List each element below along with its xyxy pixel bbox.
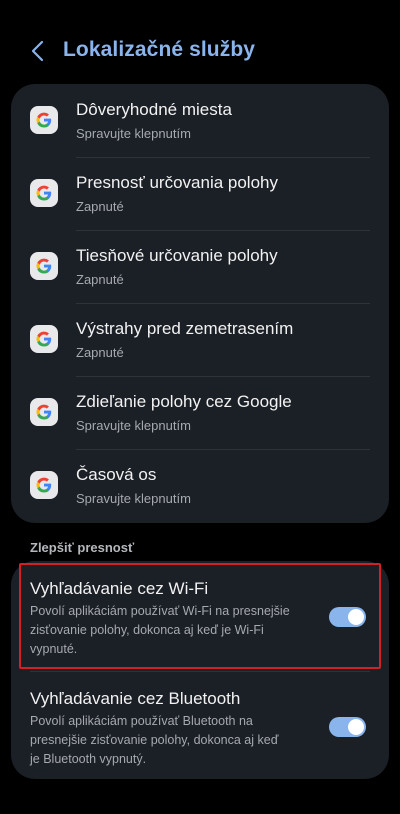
service-earthquake-alerts[interactable]: Výstrahy pred zemetrasením Zapnuté: [11, 303, 389, 376]
service-subtitle: Zapnuté: [76, 345, 124, 360]
page-title: Lokalizačné služby: [63, 38, 256, 61]
description-line: Povolí aplikáciám používať Wi-Fi na pres…: [30, 604, 290, 618]
chevron-left-icon: [31, 40, 44, 62]
app-header: Lokalizačné služby: [0, 24, 400, 78]
service-emergency-location[interactable]: Tiesňové určovanie polohy Zapnuté: [11, 230, 389, 303]
description-line: presnejšie zisťovanie polohy, dokonca aj…: [30, 733, 279, 747]
service-subtitle: Spravujte klepnutím: [76, 418, 191, 433]
google-icon: [30, 179, 58, 207]
service-subtitle: Spravujte klepnutím: [76, 491, 191, 506]
service-timeline[interactable]: Časová os Spravujte klepnutím: [11, 449, 389, 522]
service-title: Výstrahy pred zemetrasením: [76, 319, 294, 338]
service-title: Zdieľanie polohy cez Google: [76, 392, 292, 411]
back-button[interactable]: [26, 38, 50, 64]
service-google-location-sharing[interactable]: Zdieľanie polohy cez Google Spravujte kl…: [11, 376, 389, 449]
service-trusted-places[interactable]: Dôveryhodné miesta Spravujte klepnutím: [11, 84, 389, 157]
google-icon: [30, 398, 58, 426]
service-title: Tiesňové určovanie polohy: [76, 246, 278, 265]
location-services-card: Dôveryhodné miesta Spravujte klepnutím P…: [11, 84, 389, 523]
improve-accuracy-card: Vyhľadávanie cez Wi-Fi Povolí aplikáciám…: [11, 561, 389, 779]
wifi-scanning-toggle[interactable]: [329, 607, 366, 627]
wifi-scanning-description: Povolí aplikáciám používať Wi-Fi na pres…: [30, 602, 320, 659]
google-icon: [30, 106, 58, 134]
toggle-knob: [348, 609, 364, 625]
bluetooth-scanning-description: Povolí aplikáciám používať Bluetooth na …: [30, 712, 320, 769]
service-subtitle: Zapnuté: [76, 272, 124, 287]
bluetooth-scanning-title: Vyhľadávanie cez Bluetooth: [30, 689, 241, 708]
description-line: Povolí aplikáciám používať Bluetooth na: [30, 714, 253, 728]
wifi-scanning-title: Vyhľadávanie cez Wi-Fi: [30, 579, 209, 598]
service-subtitle: Spravujte klepnutím: [76, 126, 191, 141]
google-icon: [30, 325, 58, 353]
google-icon: [30, 471, 58, 499]
description-line: zisťovanie polohy, dokonca aj keď je Wi-…: [30, 623, 264, 637]
wifi-scanning-item[interactable]: Vyhľadávanie cez Wi-Fi Povolí aplikáciám…: [11, 561, 389, 669]
service-title: Dôveryhodné miesta: [76, 100, 232, 119]
service-subtitle: Zapnuté: [76, 199, 124, 214]
bluetooth-scanning-item[interactable]: Vyhľadávanie cez Bluetooth Povolí apliká…: [11, 672, 389, 779]
toggle-knob: [348, 719, 364, 735]
service-title: Presnosť určovania polohy: [76, 173, 278, 192]
description-line: je Bluetooth vypnutý.: [30, 752, 147, 766]
section-label-improve-accuracy: Zlepšiť presnosť: [30, 540, 135, 555]
google-icon: [30, 252, 58, 280]
service-title: Časová os: [76, 465, 157, 484]
service-location-accuracy[interactable]: Presnosť určovania polohy Zapnuté: [11, 157, 389, 230]
description-line: vypnuté.: [30, 642, 78, 656]
bluetooth-scanning-toggle[interactable]: [329, 717, 366, 737]
